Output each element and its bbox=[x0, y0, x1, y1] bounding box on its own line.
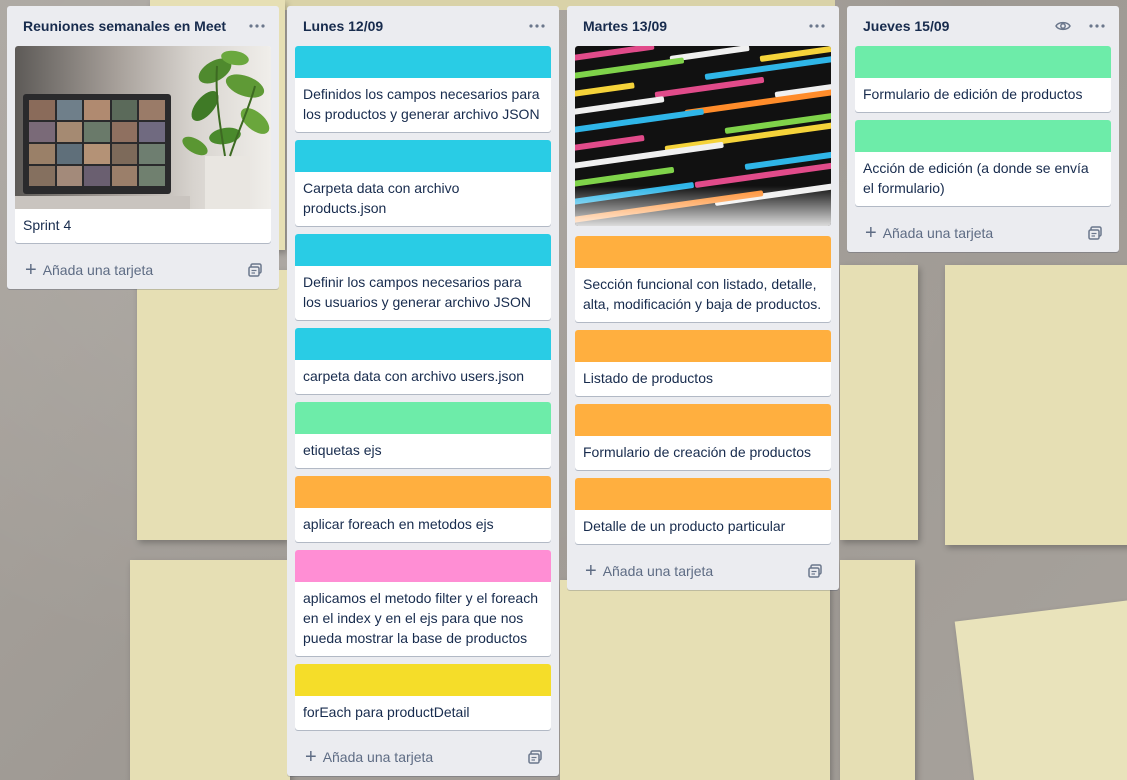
card-title: Sprint 4 bbox=[23, 217, 72, 233]
plus-icon: + bbox=[25, 259, 37, 281]
card-cover bbox=[295, 550, 551, 582]
card-title: Definidos los campos necesarios para los… bbox=[303, 86, 540, 122]
card-cover bbox=[855, 46, 1111, 78]
list-title[interactable]: Lunes 12/09 bbox=[303, 18, 383, 34]
card-title: etiquetas ejs bbox=[303, 442, 382, 458]
card-title: Formulario de edición de productos bbox=[863, 86, 1083, 102]
card-title: forEach para productDetail bbox=[303, 704, 470, 720]
card[interactable]: aplicamos el metodo filter y el foreach … bbox=[295, 550, 551, 656]
card-cover bbox=[295, 476, 551, 508]
card[interactable]: Detalle de un producto particular bbox=[575, 478, 831, 544]
card-title: Listado de productos bbox=[583, 370, 713, 386]
plus-icon: + bbox=[865, 222, 877, 244]
card[interactable]: Acción de edición (a donde se envía el f… bbox=[855, 120, 1111, 206]
card-template-icon[interactable] bbox=[521, 745, 549, 769]
card[interactable]: Definidos los campos necesarios para los… bbox=[295, 46, 551, 132]
card-title: Sección funcional con listado, detalle, … bbox=[583, 276, 822, 312]
add-card-button[interactable]: + Añada una tarjeta bbox=[305, 747, 433, 767]
add-card-button[interactable]: + Añada una tarjeta bbox=[25, 260, 153, 280]
card-title: aplicar foreach en metodos ejs bbox=[303, 516, 494, 532]
card-cover bbox=[575, 478, 831, 510]
list-reuniones: Reuniones semanales en Meet Sprint 4 + A… bbox=[7, 6, 279, 289]
card-template-icon[interactable] bbox=[241, 258, 269, 282]
card[interactable]: aplicar foreach en metodos ejs bbox=[295, 476, 551, 542]
card-template-icon[interactable] bbox=[801, 559, 829, 583]
card[interactable]: forEach para productDetail bbox=[295, 664, 551, 730]
add-card-label: Añada una tarjeta bbox=[322, 749, 434, 765]
plus-icon: + bbox=[305, 746, 317, 768]
card[interactable]: Formulario de edición de productos bbox=[855, 46, 1111, 112]
card-title: Definir los campos necesarios para los u… bbox=[303, 274, 531, 310]
card-cover bbox=[295, 46, 551, 78]
list-title[interactable]: Jueves 15/09 bbox=[863, 18, 949, 34]
card-cover bbox=[575, 404, 831, 436]
card-cover bbox=[295, 140, 551, 172]
card-cover bbox=[295, 234, 551, 266]
card[interactable]: Carpeta data con archivo products.json bbox=[295, 140, 551, 226]
meeting-photo-cover bbox=[15, 46, 271, 209]
eye-icon[interactable] bbox=[1049, 14, 1077, 38]
card-title: Carpeta data con archivo products.json bbox=[303, 180, 460, 216]
more-horizontal-icon[interactable] bbox=[803, 14, 831, 38]
add-card-label: Añada una tarjeta bbox=[602, 563, 714, 579]
list-jueves: Jueves 15/09 Formulario de edición de pr… bbox=[847, 6, 1119, 252]
add-card-button[interactable]: + Añada una tarjeta bbox=[865, 223, 993, 243]
card-cover bbox=[855, 120, 1111, 152]
card[interactable]: etiquetas ejs bbox=[295, 402, 551, 468]
card-cover bbox=[295, 664, 551, 696]
card-template-icon[interactable] bbox=[1081, 221, 1109, 245]
card-title: carpeta data con archivo users.json bbox=[303, 368, 525, 384]
code-photo-cover bbox=[575, 46, 831, 226]
more-horizontal-icon[interactable] bbox=[523, 14, 551, 38]
list-lunes: Lunes 12/09 Definidos los campos necesar… bbox=[287, 6, 559, 776]
more-horizontal-icon[interactable] bbox=[243, 14, 271, 38]
card-cover bbox=[575, 236, 831, 268]
list-header: Reuniones semanales en Meet bbox=[7, 6, 279, 46]
card-cover bbox=[575, 330, 831, 362]
card[interactable]: carpeta data con archivo users.json bbox=[295, 328, 551, 394]
card-cover bbox=[295, 402, 551, 434]
card[interactable]: Formulario de creación de productos bbox=[575, 404, 831, 470]
list-title[interactable]: Reuniones semanales en Meet bbox=[23, 18, 226, 34]
card-title: Detalle de un producto particular bbox=[583, 518, 786, 534]
list-title[interactable]: Martes 13/09 bbox=[583, 18, 667, 34]
plus-icon: + bbox=[585, 560, 597, 582]
card[interactable]: Sección funcional con listado, detalle, … bbox=[575, 236, 831, 322]
add-card-label: Añada una tarjeta bbox=[882, 225, 994, 241]
card[interactable] bbox=[575, 46, 831, 226]
add-card-button[interactable]: + Añada una tarjeta bbox=[585, 561, 713, 581]
card[interactable]: Listado de productos bbox=[575, 330, 831, 396]
card-cover bbox=[295, 328, 551, 360]
card-title: aplicamos el metodo filter y el foreach … bbox=[303, 590, 538, 646]
card-title: Acción de edición (a donde se envía el f… bbox=[863, 160, 1089, 196]
card[interactable]: Definir los campos necesarios para los u… bbox=[295, 234, 551, 320]
card[interactable]: Sprint 4 bbox=[15, 46, 271, 243]
add-card-label: Añada una tarjeta bbox=[42, 262, 154, 278]
list-martes: Martes 13/09 Sección funcional con lista… bbox=[567, 6, 839, 590]
card-title: Formulario de creación de productos bbox=[583, 444, 812, 460]
more-horizontal-icon[interactable] bbox=[1083, 14, 1111, 38]
